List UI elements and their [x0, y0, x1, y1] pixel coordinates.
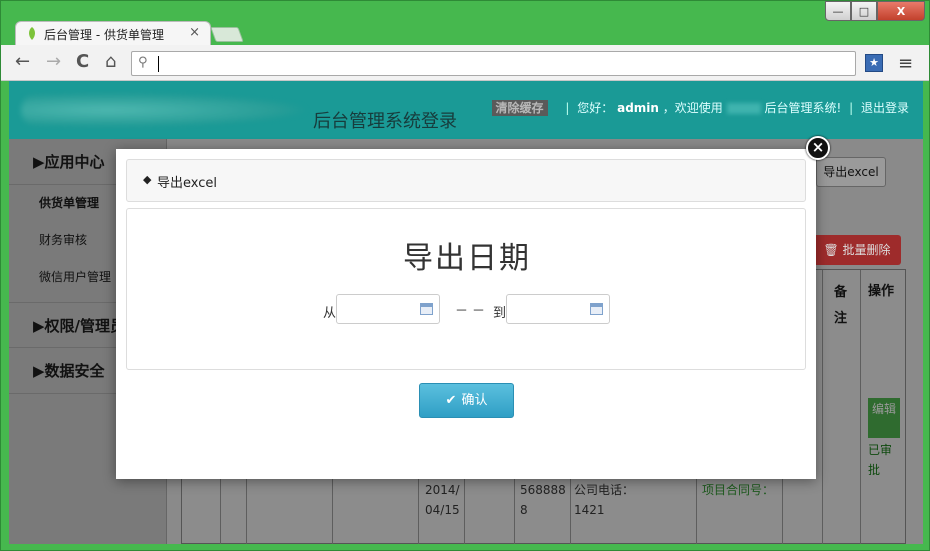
clear-cache-button[interactable]: 清除缓存	[491, 100, 548, 116]
confirm-button[interactable]: ✔ 确认	[419, 383, 514, 418]
bookmark-star-icon[interactable]: ★	[865, 54, 883, 72]
minimize-button[interactable]: —	[825, 1, 851, 21]
export-date-title: 导出日期	[403, 241, 531, 276]
from-date-field[interactable]	[336, 294, 440, 324]
column-header-ops: 操作	[868, 284, 895, 299]
column-header-remark: 备注	[834, 285, 848, 326]
greeting-mid: ，欢迎使用	[662, 101, 723, 115]
back-arrow-icon[interactable]: ←	[15, 52, 30, 72]
export-modal: ◆ 导出excel 导出日期 从 －－ 到 ✔ 确认	[116, 149, 816, 479]
to-label: 到	[493, 306, 507, 321]
blurred-text	[726, 103, 761, 114]
to-date-input[interactable]	[511, 296, 591, 322]
leaf-icon	[29, 27, 35, 40]
maximize-button[interactable]: □	[851, 1, 877, 21]
home-icon[interactable]: ⌂	[105, 52, 116, 72]
window-controls: — □ X	[825, 1, 925, 21]
header-user-bar: 清除缓存 | 您好： admin ，欢迎使用 后台管理系统! | 退出登录	[491, 99, 909, 116]
from-date-input[interactable]	[341, 296, 421, 322]
from-label: 从	[323, 306, 337, 321]
status-badge: 已审批	[868, 443, 893, 477]
check-icon: ✔	[445, 393, 457, 408]
edit-button[interactable]: 编辑	[868, 398, 900, 438]
to-date-field[interactable]	[506, 294, 610, 324]
browser-toolbar: ← → C ⌂ ⚲ ★ ≡	[1, 45, 929, 81]
site-header: 后台管理系统登录 清除缓存 | 您好： admin ，欢迎使用 后台管理系统! …	[9, 81, 923, 139]
greeting-prefix: 您好：	[577, 101, 614, 115]
modal-header-title: 导出excel	[157, 176, 217, 191]
greeting-suffix: 后台管理系统!	[764, 101, 842, 115]
table-cell-contract: 项目合同号：	[702, 483, 775, 497]
tab-title: 后台管理 - 供货单管理	[44, 28, 164, 42]
browser-window: 后台管理 - 供货单管理 × — □ X ← → C ⌂ ⚲ ★ ≡ 后台管理系…	[0, 0, 930, 551]
table-cell-phone: 5688888	[520, 483, 566, 517]
table-cell-date: 2014/04/15	[425, 483, 460, 517]
close-window-button[interactable]: X	[877, 1, 925, 21]
date-separator: －－	[455, 304, 490, 319]
export-excel-button[interactable]: 导出excel	[816, 157, 886, 187]
modal-header: ◆ 导出excel	[126, 159, 806, 202]
batch-delete-button[interactable]: 🗑 批量删除	[813, 235, 901, 265]
table-cell-company: 公司电话：1421	[574, 483, 635, 517]
calendar-icon[interactable]	[590, 303, 603, 315]
diamond-icon: ◆	[143, 173, 152, 186]
close-icon[interactable]: ×	[806, 136, 830, 160]
address-bar[interactable]: ⚲	[131, 51, 856, 76]
browser-tab[interactable]: 后台管理 - 供货单管理 ×	[15, 21, 211, 45]
tab-close-icon[interactable]: ×	[189, 25, 200, 40]
new-tab-button[interactable]	[210, 27, 244, 42]
calendar-icon[interactable]	[420, 303, 433, 315]
logo	[21, 93, 311, 127]
tab-strip: 后台管理 - 供货单管理 × — □ X	[1, 1, 930, 45]
logout-link[interactable]: 退出登录	[861, 101, 909, 115]
search-icon: ⚲	[138, 55, 148, 70]
forward-arrow-icon[interactable]: →	[46, 52, 61, 72]
menu-icon[interactable]: ≡	[898, 53, 913, 74]
site-title: 后台管理系统登录	[313, 111, 457, 132]
username: admin	[617, 101, 659, 115]
text-caret	[158, 56, 159, 72]
modal-body: 导出日期 从 －－ 到	[126, 208, 806, 370]
reload-icon[interactable]: C	[76, 52, 89, 72]
